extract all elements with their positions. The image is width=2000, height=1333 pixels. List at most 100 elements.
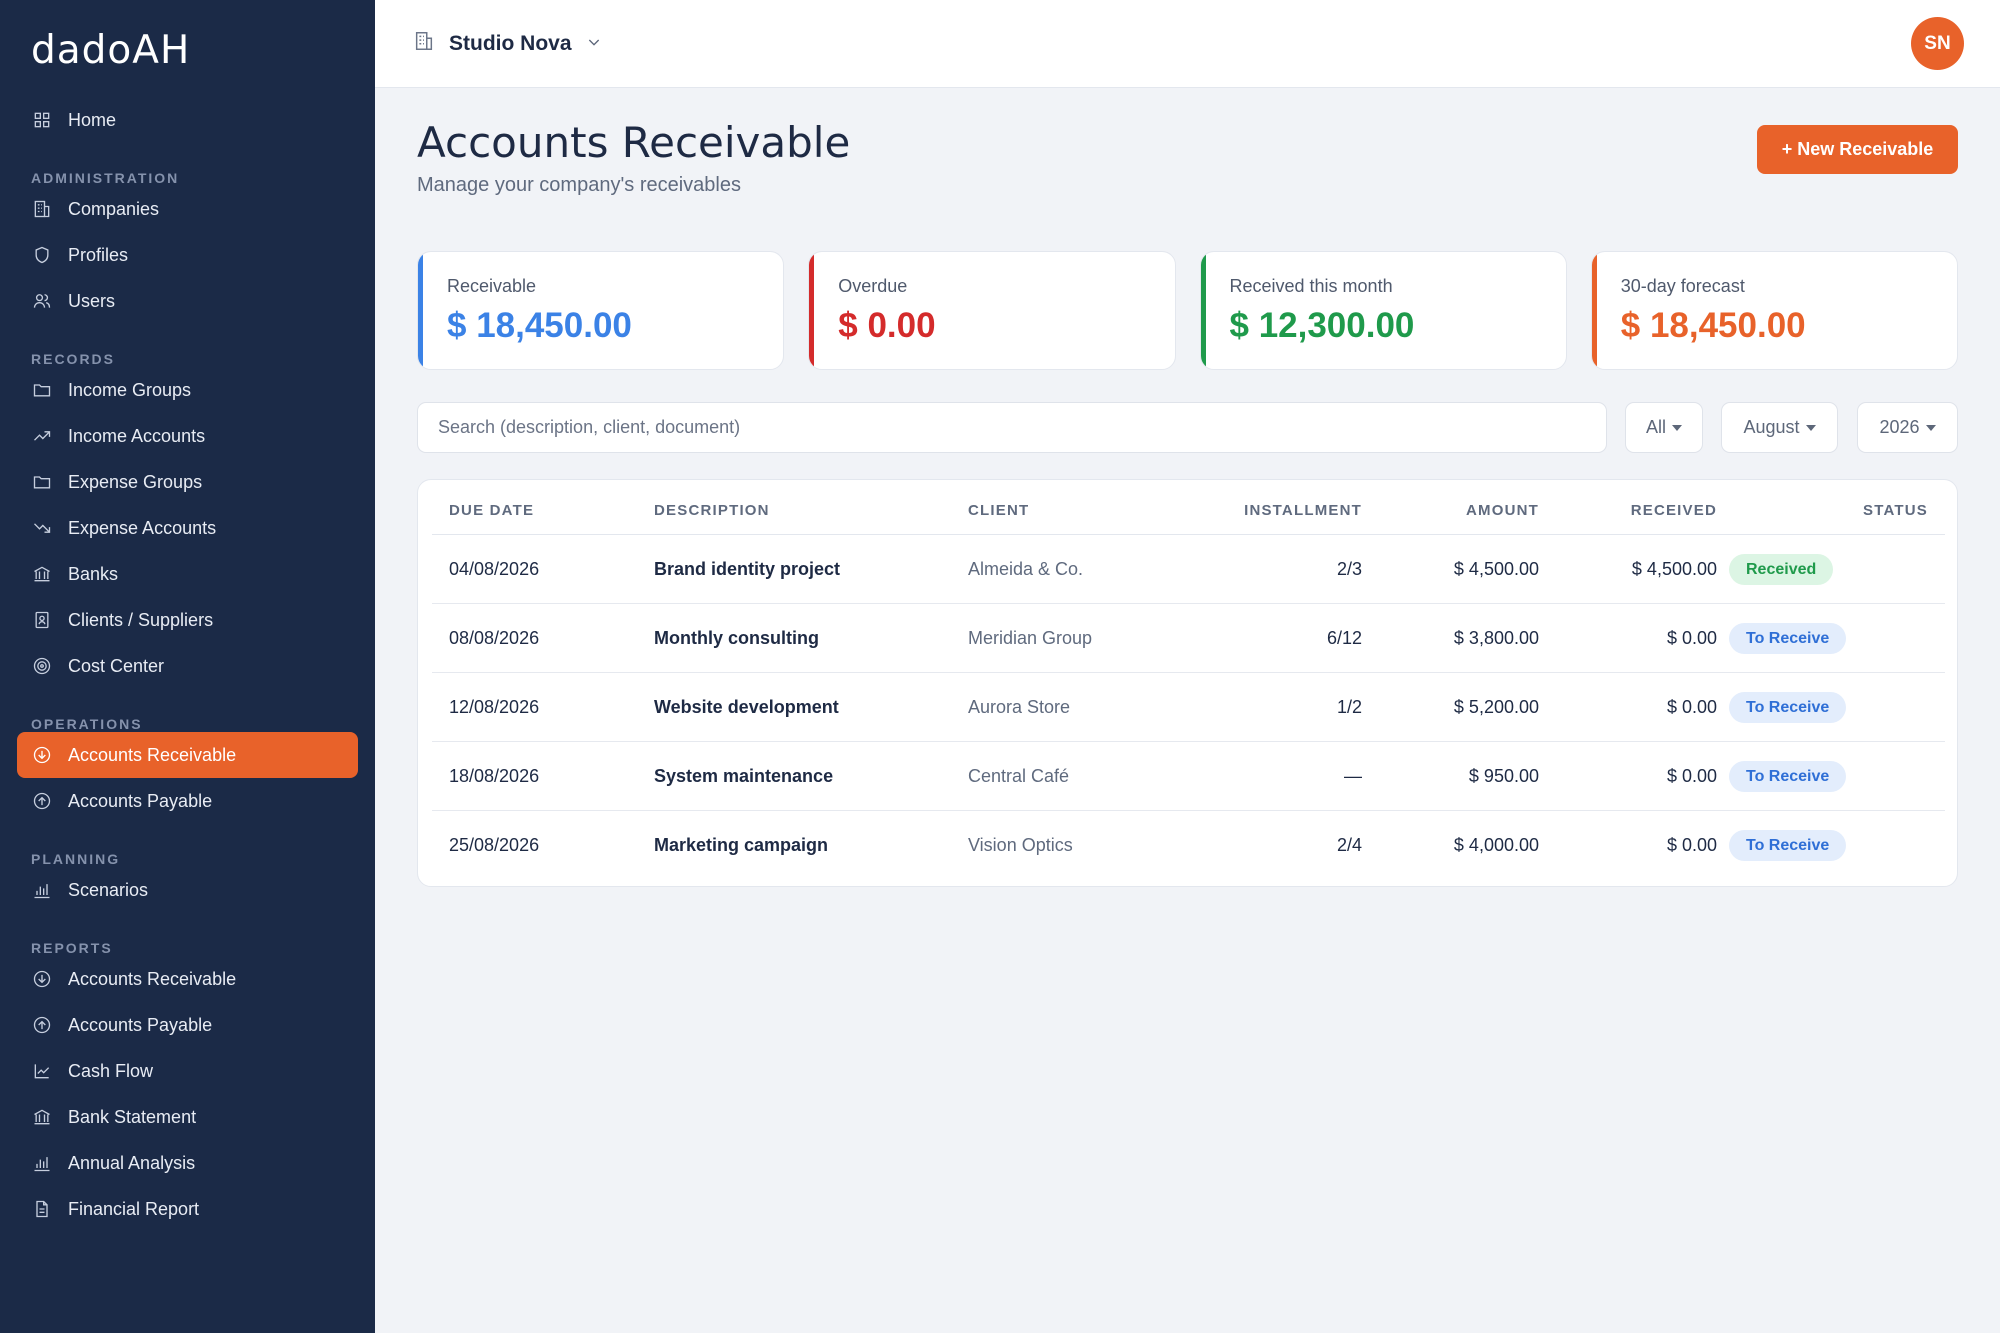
cell-description: Marketing campaign xyxy=(654,835,829,855)
column-header-received[interactable]: RECEIVED xyxy=(1631,502,1717,519)
cell-received: $ 4,500.00 xyxy=(1631,559,1717,579)
target-icon xyxy=(31,655,53,677)
sidebar-item-label: Cost Center xyxy=(68,655,165,676)
cell-installment: 6/12 xyxy=(1326,628,1362,648)
sidebar-item-accounts-receivable[interactable]: Accounts Receivable xyxy=(17,732,358,778)
sidebar-item-label: Companies xyxy=(68,198,160,219)
month-filter-select[interactable]: August xyxy=(1721,402,1838,453)
sidebar-item-label: Scenarios xyxy=(68,879,149,900)
building-icon xyxy=(413,30,449,58)
column-header-amount[interactable]: AMOUNT xyxy=(1466,502,1539,519)
cell-description: Brand identity project xyxy=(654,559,841,579)
card-value: $ 0.00 xyxy=(838,306,936,345)
sidebar-item-label: Income Groups xyxy=(68,379,192,400)
sidebar-item-accounts-receivable[interactable]: Accounts Receivable xyxy=(17,956,358,1002)
summary-card-receivable: Receivable $ 18,450.00 xyxy=(417,251,785,370)
table-row[interactable]: 25/08/2026 Marketing campaign Vision Optic… xyxy=(432,811,1945,880)
page-subtitle: Manage your company's receivables xyxy=(417,174,741,196)
arrow-down-circle-icon xyxy=(31,744,53,766)
search-input[interactable] xyxy=(417,402,1607,453)
cell-installment: 2/4 xyxy=(1336,835,1362,855)
status-badge: To Receive xyxy=(1729,830,1847,861)
table-row[interactable]: 12/08/2026 Website development Aurora Stor… xyxy=(432,673,1945,742)
card-label: Received this month xyxy=(1229,276,1393,296)
table-row[interactable]: 08/08/2026 Monthly consulting Meridian Gro… xyxy=(432,604,1945,673)
year-filter-select[interactable]: 2026 xyxy=(1857,402,1958,453)
cell-received: $ 0.00 xyxy=(1666,628,1717,648)
card-value: $ 18,450.00 xyxy=(1620,306,1806,345)
sidebar-item-label: Profiles xyxy=(68,244,129,265)
cell-received: $ 0.00 xyxy=(1666,835,1717,855)
cell-due-date: 04/08/2026 xyxy=(449,559,540,579)
arrow-down-circle-icon xyxy=(31,968,53,990)
sidebar-item-clients-suppliers[interactable]: Clients / Suppliers xyxy=(17,597,358,643)
user-avatar[interactable]: SN xyxy=(1911,17,1964,70)
sidebar-item-label: Expense Accounts xyxy=(68,517,217,538)
sidebar-item-label: Cash Flow xyxy=(68,1060,154,1081)
status-badge: Received xyxy=(1729,554,1834,585)
company-switcher[interactable]: Studio Nova xyxy=(413,30,602,58)
sidebar-item-label: Income Accounts xyxy=(68,425,206,446)
sidebar-item-accounts-payable[interactable]: Accounts Payable xyxy=(17,1002,358,1048)
cell-received: $ 0.00 xyxy=(1666,766,1717,786)
cell-description: Website development xyxy=(654,697,839,717)
sidebar-item-banks[interactable]: Banks xyxy=(17,551,358,597)
sidebar: dadoAH Home ADMINISTRATION Companies Profil… xyxy=(0,0,375,1333)
sidebar-item-cost-center[interactable]: Cost Center xyxy=(17,643,358,689)
card-label: 30-day forecast xyxy=(1620,276,1745,296)
sidebar-item-label: Clients / Suppliers xyxy=(68,609,214,630)
company-name: Studio Nova xyxy=(449,32,572,55)
sidebar-item-income-accounts[interactable]: Income Accounts xyxy=(17,413,358,459)
table-row[interactable]: 04/08/2026 Brand identity project Almeida … xyxy=(432,535,1945,604)
card-value: $ 12,300.00 xyxy=(1229,306,1415,345)
sidebar-item-annual-analysis[interactable]: Annual Analysis xyxy=(17,1140,358,1186)
sidebar-item-scenarios[interactable]: Scenarios xyxy=(17,867,358,913)
sidebar-item-users[interactable]: Users xyxy=(17,278,358,324)
sidebar-item-label: Financial Report xyxy=(68,1198,200,1219)
sidebar-item-companies[interactable]: Companies xyxy=(17,186,358,232)
trend-up-icon xyxy=(31,425,53,447)
sidebar-item-label: Accounts Receivable xyxy=(68,744,237,765)
sidebar-item-cash-flow[interactable]: Cash Flow xyxy=(17,1048,358,1094)
cell-installment: — xyxy=(1344,766,1362,786)
column-header-installment[interactable]: INSTALLMENT xyxy=(1244,502,1362,519)
summary-card-overdue: Overdue $ 0.00 xyxy=(808,251,1176,370)
cell-amount: $ 950.00 xyxy=(1468,766,1539,786)
column-header-status[interactable]: STATUS xyxy=(1863,502,1928,519)
folder-icon xyxy=(31,379,53,401)
sidebar-item-profiles[interactable]: Profiles xyxy=(17,232,358,278)
card-label: Receivable xyxy=(447,276,537,296)
sidebar-item-label: Accounts Receivable xyxy=(68,968,237,989)
sidebar-item-bank-statement[interactable]: Bank Statement xyxy=(17,1094,358,1140)
cell-installment: 1/2 xyxy=(1336,697,1362,717)
page-title: Accounts Receivable xyxy=(417,118,851,167)
arrow-up-circle-icon xyxy=(31,1014,53,1036)
card-accent-bar xyxy=(418,252,423,369)
new-receivable-button[interactable]: + New Receivable xyxy=(1757,125,1958,174)
sidebar-item-label: Expense Groups xyxy=(68,471,203,492)
bar-chart-icon xyxy=(31,879,53,901)
cell-client: Almeida & Co. xyxy=(968,559,1084,579)
status-badge: To Receive xyxy=(1729,761,1847,792)
table-row[interactable]: 18/08/2026 System maintenance Central Café… xyxy=(432,742,1945,811)
sidebar-item-income-groups[interactable]: Income Groups xyxy=(17,367,358,413)
sidebar-item-label: Annual Analysis xyxy=(68,1152,196,1173)
status-filter-select[interactable]: All xyxy=(1625,402,1703,453)
sidebar-item-label: Accounts Payable xyxy=(68,790,213,811)
chevron-down-icon xyxy=(572,32,602,56)
bank-icon xyxy=(31,563,53,585)
sidebar-item-expense-accounts[interactable]: Expense Accounts xyxy=(17,505,358,551)
sidebar-item-home[interactable]: Home xyxy=(17,97,358,143)
sidebar-item-expense-groups[interactable]: Expense Groups xyxy=(17,459,358,505)
column-header-description[interactable]: DESCRIPTION xyxy=(654,502,770,519)
app-logo[interactable]: dadoAH xyxy=(31,28,190,73)
column-header-due-date[interactable]: DUE DATE xyxy=(449,502,534,519)
sidebar-item-financial-report[interactable]: Financial Report xyxy=(17,1186,358,1232)
caret-down-icon xyxy=(1925,424,1936,431)
cell-amount: $ 4,500.00 xyxy=(1453,559,1539,579)
cell-installment: 2/3 xyxy=(1336,559,1362,579)
status-badge: To Receive xyxy=(1729,623,1847,654)
topbar: Studio Nova SN xyxy=(375,0,2000,88)
column-header-client[interactable]: CLIENT xyxy=(968,502,1029,519)
sidebar-item-accounts-payable[interactable]: Accounts Payable xyxy=(17,778,358,824)
